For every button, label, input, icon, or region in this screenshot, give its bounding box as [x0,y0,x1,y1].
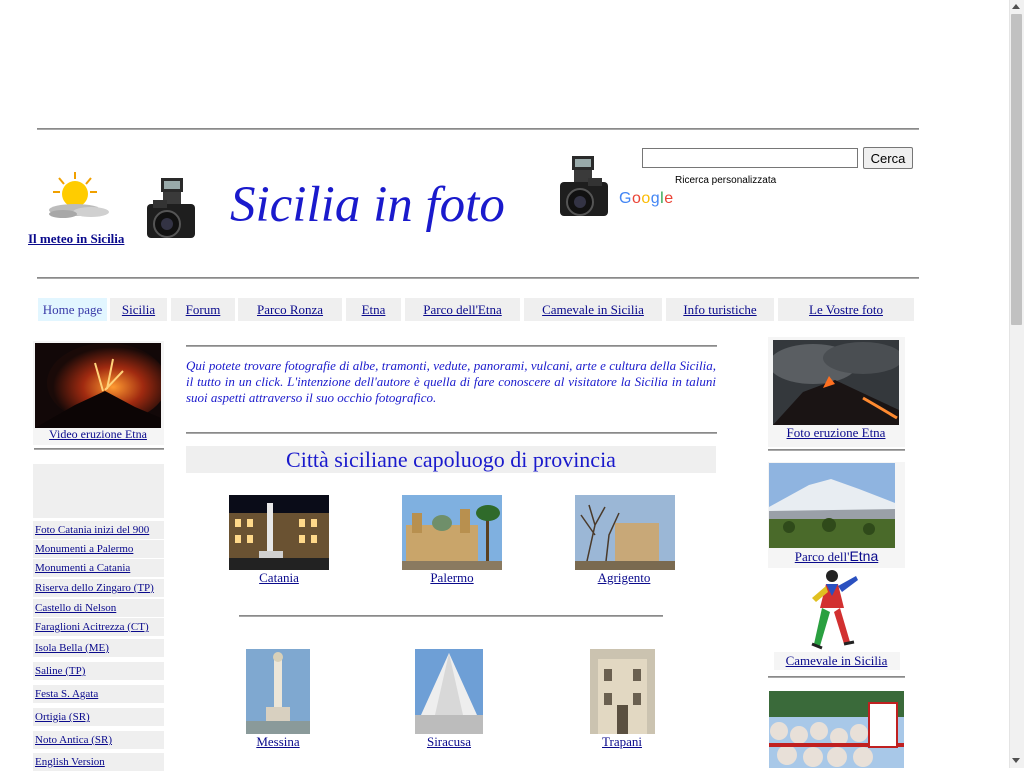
left-link-festa-agata[interactable]: Festa S. Agata [33,685,164,703]
scroll-down-arrow-icon[interactable] [1012,758,1020,763]
sun-cloud-icon[interactable] [45,172,111,222]
agrigento-photo[interactable] [575,495,675,570]
left-link-noto-antica[interactable]: Noto Antica (SR) [33,731,164,749]
left-link-foto-catania[interactable]: Foto Catania inizi del 900 [33,521,164,539]
palermo-photo[interactable] [402,495,502,570]
agrigento-link[interactable]: Agrigento [574,570,674,586]
nav-carnevale[interactable]: Camevale in Sicilia [524,298,662,321]
left-link-monumenti-palermo[interactable]: Monumenti a Palermo [33,540,164,558]
left-ad-box [33,464,164,518]
carnevale-harlequin-photo[interactable] [804,568,864,654]
trapani-link[interactable]: Trapani [582,734,662,750]
left-link-monumenti-catania[interactable]: Monumenti a Catania [33,559,164,577]
nav-parco-ronza[interactable]: Parco Ronza [238,298,342,321]
left-divider [34,448,164,450]
festa-photo[interactable] [769,691,904,768]
left-link-castello-nelson[interactable]: Castello di Nelson [33,599,164,617]
camera-icon [558,156,610,218]
google-logo: Google [619,190,674,207]
nav-sicilia[interactable]: Sicilia [110,298,167,321]
camera-icon [145,178,197,240]
siracusa-link[interactable]: Siracusa [409,734,489,750]
header-top-divider [37,128,919,130]
scroll-up-arrow-icon[interactable] [1012,4,1020,9]
nav-vostre-foto[interactable]: Le Vostre foto [778,298,914,321]
carnevale-link[interactable]: Camevale in Sicilia [768,653,905,669]
palermo-link[interactable]: Palermo [402,570,502,586]
search-input[interactable] [642,148,858,168]
meteo-link[interactable]: Il meteo in Sicilia [28,231,124,247]
siracusa-photo[interactable] [415,649,483,734]
intro-text: Qui potete trovare fotografie di albe, t… [186,358,716,405]
left-link-saline[interactable]: Saline (TP) [33,662,164,680]
right-divider-2 [768,676,905,678]
section-title: Città siciliane capoluogo di provincia [186,446,716,473]
nav-forum[interactable]: Forum [171,298,235,321]
nav-parco-etna[interactable]: Parco dell'Etna [405,298,520,321]
scrollbar-thumb[interactable] [1011,14,1022,325]
parco-etna-photo[interactable] [769,463,895,548]
site-title: Sicilia in foto [230,177,505,233]
eruption-link[interactable]: Foto eruzione Etna [773,425,899,441]
nav-info-turistiche[interactable]: Info turistiche [666,298,774,321]
left-link-zingaro[interactable]: Riserva dello Zingaro (TP) [33,579,164,597]
left-link-faraglioni[interactable]: Faraglioni Acitrezza (CT) [33,618,164,636]
video-eruption-thumbnail[interactable] [35,343,161,428]
search-button[interactable]: Cerca [863,147,913,169]
video-eruption-link[interactable]: Video eruzione Etna [35,427,161,442]
catania-photo[interactable] [229,495,329,570]
right-divider-1 [768,449,905,451]
nav-etna[interactable]: Etna [346,298,401,321]
parco-etna-link[interactable]: Parco dell'Etna [768,548,905,565]
catania-link[interactable]: Catania [229,570,329,586]
messina-photo[interactable] [246,649,310,734]
parco-etna-link-emph[interactable]: Etna [849,548,878,564]
messina-link[interactable]: Messina [238,734,318,750]
left-link-isola-bella[interactable]: Isola Bella (ME) [33,639,164,657]
eruption-photo[interactable] [773,340,899,425]
trapani-photo[interactable] [590,649,655,734]
parco-etna-link-text[interactable]: Parco dell' [795,549,850,564]
left-link-english[interactable]: English Version [33,753,164,771]
search-caption: Ricerca personalizzata [675,175,777,186]
header-bottom-divider [37,277,919,279]
left-link-ortigia[interactable]: Ortigia (SR) [33,708,164,726]
nav-home[interactable]: Home page [38,298,107,321]
main-divider-mid [186,432,717,434]
main-divider-cities [239,615,663,617]
main-divider-top [186,345,717,347]
